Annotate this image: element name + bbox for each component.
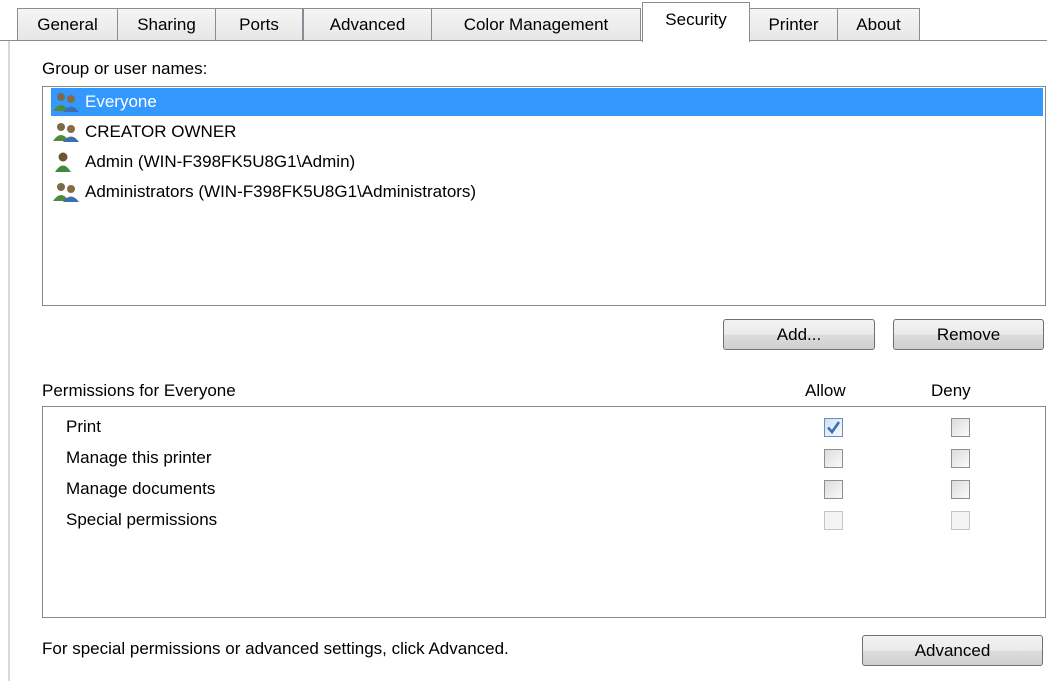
allow-column-header: Allow: [805, 381, 846, 400]
list-item-admin[interactable]: Admin (WIN-F398FK5U8G1\Admin): [51, 148, 359, 176]
tab-strip: General Sharing Ports Advanced Color Man…: [0, 0, 1047, 42]
dialog-edge: [8, 40, 10, 681]
tab-general[interactable]: General: [17, 8, 118, 41]
tab-ports[interactable]: Ports: [215, 8, 303, 41]
group-icon: [53, 93, 79, 112]
list-item-label: Admin (WIN-F398FK5U8G1\Admin): [85, 152, 356, 171]
list-item-creator-owner[interactable]: CREATOR OWNER: [51, 118, 240, 146]
list-item-label: Administrators (WIN-F398FK5U8G1\Administ…: [85, 182, 477, 201]
permission-row-print: Print: [43, 413, 1045, 443]
manage-documents-allow-checkbox[interactable]: [824, 480, 843, 499]
permission-row-manage-printer: Manage this printer: [43, 444, 1045, 474]
permissions-label: Permissions for Everyone: [42, 381, 236, 400]
advanced-hint-text: For special permissions or advanced sett…: [42, 639, 509, 658]
permission-name: Manage documents: [66, 479, 216, 498]
list-item-administrators[interactable]: Administrators (WIN-F398FK5U8G1\Administ…: [51, 178, 480, 206]
group-list-label: Group or user names:: [42, 59, 208, 78]
list-item-everyone[interactable]: Everyone: [51, 88, 1043, 116]
tab-security[interactable]: Security: [642, 2, 750, 42]
remove-button[interactable]: Remove: [893, 319, 1044, 350]
permission-name: Special permissions: [66, 510, 218, 529]
user-icon: [55, 152, 71, 172]
special-allow-checkbox: [824, 511, 843, 530]
group-icon: [53, 123, 79, 142]
add-button[interactable]: Add...: [723, 319, 875, 350]
manage-documents-deny-checkbox[interactable]: [951, 480, 970, 499]
print-allow-checkbox[interactable]: [824, 418, 843, 437]
list-item-label: Everyone: [85, 92, 157, 111]
checkmark-icon: [827, 421, 841, 435]
permissions-list: Print Manage this printer Manage documen…: [42, 406, 1046, 618]
permission-name: Print: [66, 417, 101, 436]
group-user-list[interactable]: Everyone CREATOR OWNER Admin (WIN-F398FK…: [42, 86, 1046, 306]
group-icon: [53, 183, 79, 202]
special-deny-checkbox: [951, 511, 970, 530]
advanced-button[interactable]: Advanced: [862, 635, 1043, 666]
tab-sharing[interactable]: Sharing: [117, 8, 216, 41]
manage-printer-deny-checkbox[interactable]: [951, 449, 970, 468]
tab-color-management[interactable]: Color Management: [431, 8, 641, 41]
tab-printer[interactable]: Printer: [749, 8, 838, 41]
permission-row-special: Special permissions: [43, 506, 1045, 536]
manage-printer-allow-checkbox[interactable]: [824, 449, 843, 468]
deny-column-header: Deny: [931, 381, 971, 400]
list-item-label: CREATOR OWNER: [85, 122, 237, 141]
tab-advanced[interactable]: Advanced: [303, 8, 432, 41]
tab-about[interactable]: About: [837, 8, 920, 41]
print-deny-checkbox[interactable]: [951, 418, 970, 437]
permission-name: Manage this printer: [66, 448, 212, 467]
permission-row-manage-documents: Manage documents: [43, 475, 1045, 505]
